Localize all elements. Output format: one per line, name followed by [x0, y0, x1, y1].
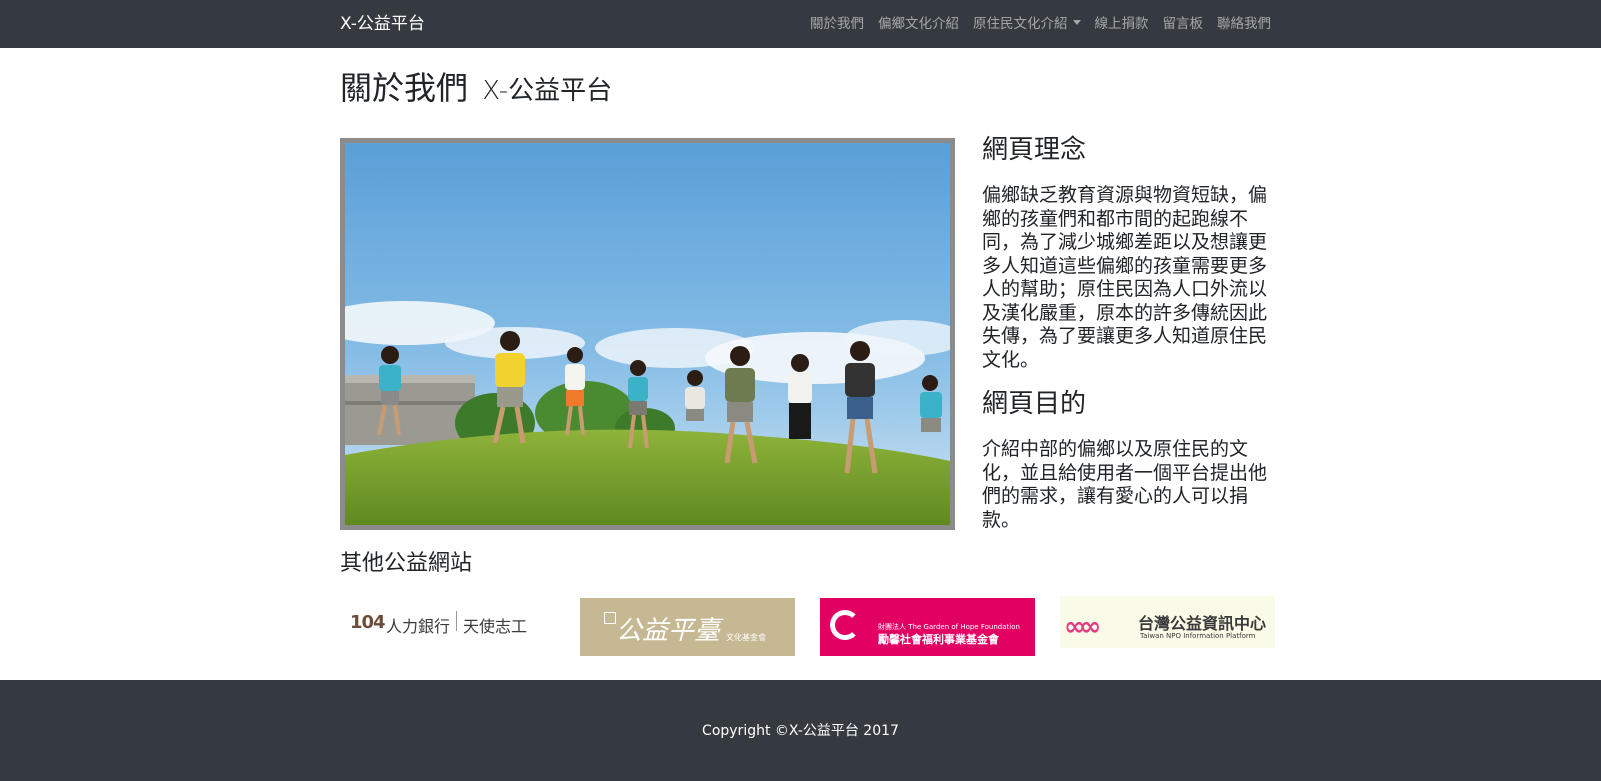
- logo-104-number: 104: [350, 612, 386, 633]
- logo-gongyi-emblem-icon: [604, 612, 616, 624]
- nav-rural-culture[interactable]: 偏鄉文化介紹: [878, 14, 959, 34]
- logo-104-angel: 天使志工: [463, 617, 528, 636]
- logo-npo-en: Taiwan NPO Information Platform: [1140, 632, 1256, 640]
- nav-indigenous-label: 原住民文化介紹: [973, 16, 1068, 32]
- partner-logo-garden-of-hope[interactable]: 財團法人 The Garden of Hope Foundation 勵馨社會福…: [820, 598, 1035, 656]
- partner-logos: 104 人力銀行 天使志工 公益平臺 文化基金會 財團法人 The Garden…: [340, 596, 1280, 658]
- page-footer: Copyright ©X-公益平台 2017: [0, 680, 1601, 781]
- page-title: 關於我們 X-公益平台: [340, 66, 612, 113]
- about-text-column: 網頁理念 偏鄉缺乏教育資源與物資短缺，偏鄉的孩童們和都市間的起跑線不同，為了減少…: [982, 130, 1272, 544]
- purpose-text: 介紹中部的偏鄉以及原住民的文化，並且給使用者一個平台提出他們的需求，讓有愛心的人…: [982, 438, 1268, 531]
- other-sites-heading: 其他公益網站: [340, 551, 473, 576]
- partner-logo-taiwan-npo[interactable]: ∞∞ 台灣公益資訊中心 Taiwan NPO Information Platf…: [1060, 596, 1275, 648]
- partner-logo-104-angel-volunteer[interactable]: 104 人力銀行 天使志工: [340, 598, 555, 644]
- page-title-main: 關於我們: [340, 69, 469, 107]
- logo-npo-cn: 台灣公益資訊中心: [1138, 614, 1267, 633]
- philosophy-text: 偏鄉缺乏教育資源與物資短缺，偏鄉的孩童們和都市間的起跑線不同，為了減少城鄉差距以…: [982, 184, 1268, 371]
- nav-message-board[interactable]: 留言板: [1163, 14, 1204, 34]
- logo-hope-cn: 勵馨社會福利事業基金會: [878, 633, 999, 646]
- nav-donate[interactable]: 線上捐款: [1095, 14, 1149, 34]
- brand-link[interactable]: X-公益平台: [340, 12, 425, 36]
- nav-contact[interactable]: 聯絡我們: [1217, 14, 1271, 34]
- logo-104-divider: [456, 611, 457, 631]
- top-navbar: X-公益平台 關於我們 偏鄉文化介紹 原住民文化介紹 線上捐款 留言板 聯絡我們: [0, 0, 1601, 48]
- children-jumping-photo: [345, 143, 950, 525]
- kid-5: [685, 370, 705, 421]
- purpose-heading: 網頁目的: [982, 389, 1087, 419]
- logo-npo-rings-icon: ∞∞: [1064, 612, 1101, 642]
- logo-gongyi-sub: 文化基金會: [726, 633, 766, 642]
- nav-indigenous-culture-dropdown[interactable]: 原住民文化介紹: [973, 14, 1081, 34]
- logo-104-text: 人力銀行: [386, 617, 451, 636]
- logo-gongyi-title: 公益平臺: [616, 616, 721, 646]
- page-subtitle: X-公益平台: [482, 76, 613, 106]
- philosophy-heading: 網頁理念: [982, 135, 1087, 165]
- hero-image: [340, 138, 955, 530]
- nav-about[interactable]: 關於我們: [810, 14, 864, 34]
- nav-menu: 關於我們 偏鄉文化介紹 原住民文化介紹 線上捐款 留言板 聯絡我們: [810, 14, 1271, 34]
- logo-hope-swirl-icon: [830, 610, 860, 640]
- copyright-text: Copyright ©X-公益平台 2017: [702, 723, 899, 739]
- caret-down-icon: [1072, 20, 1081, 25]
- partner-logo-gongyi-platform[interactable]: 公益平臺 文化基金會: [580, 598, 795, 656]
